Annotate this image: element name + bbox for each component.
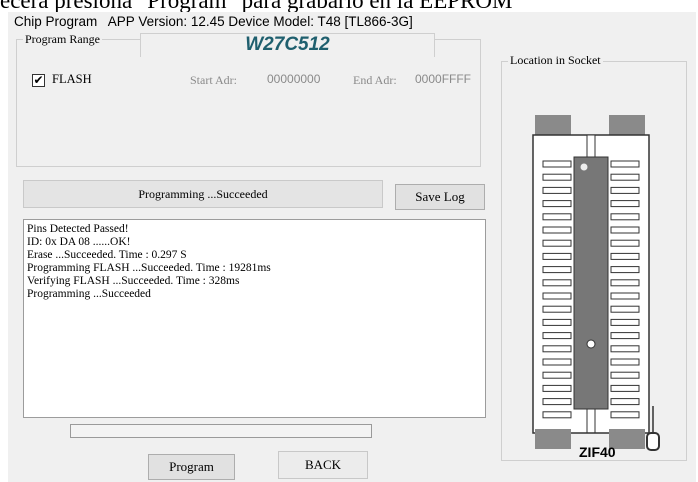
- title-bar: Chip Program APP Version: 12.45 Device M…: [14, 14, 413, 29]
- socket-pin-slot-right: [610, 279, 640, 287]
- end-address-value: 0000FFFF: [415, 72, 472, 86]
- socket-pin-slot-left: [542, 200, 572, 208]
- progress-bar: [70, 424, 372, 438]
- start-address-value: 00000000: [267, 72, 321, 86]
- socket-pin-slot-left: [542, 332, 572, 340]
- socket-center-hole: [586, 339, 596, 349]
- socket-pin-slot-right: [610, 186, 640, 194]
- socket-pin-slot-right: [610, 358, 640, 366]
- socket-pin-slot-left: [542, 160, 572, 168]
- socket-pin-slot-left: [542, 213, 572, 221]
- socket-pin-slot-left: [542, 384, 572, 392]
- program-button[interactable]: Program: [148, 454, 235, 480]
- socket-pin-slot-right: [610, 292, 640, 300]
- socket-pin-slot-left: [542, 173, 572, 181]
- socket-pin-slot-right: [610, 332, 640, 340]
- log-line: Erase ...Succeeded. Time : 0.297 S: [27, 249, 187, 261]
- back-button[interactable]: BACK: [278, 451, 368, 479]
- socket-pin-slot-left: [542, 305, 572, 313]
- socket-pin-slot-left: [542, 411, 572, 419]
- socket-pin-slot-right: [610, 345, 640, 353]
- log-line: Verifying FLASH ...Succeeded. Time : 328…: [27, 275, 240, 287]
- socket-pin-slot-left: [542, 358, 572, 366]
- socket-pin-slot-right: [610, 371, 640, 379]
- socket-pin-slot-right: [610, 266, 640, 274]
- socket-pin-slot-right: [610, 173, 640, 181]
- socket-pin-slot-right: [610, 384, 640, 392]
- socket-top-notch: [586, 134, 596, 158]
- zif-socket-diagram: [532, 115, 660, 451]
- socket-pin-slot-right: [610, 226, 640, 234]
- socket-pin-slot-right: [610, 305, 640, 313]
- log-output[interactable]: Pins Detected Passed! ID: 0x DA 08 ......…: [23, 219, 486, 418]
- socket-pin-slot-left: [542, 279, 572, 287]
- socket-pin-slot-left: [542, 239, 572, 247]
- socket-pin-slot-left: [542, 252, 572, 260]
- socket-pin-slot-right: [610, 160, 640, 168]
- device-model: Device Model: T48 [TL866-3G]: [228, 14, 413, 29]
- program-range-group: Program Range: [16, 32, 481, 167]
- chip-pin1-marker: [580, 163, 588, 171]
- end-address-label: End Adr:: [353, 73, 397, 87]
- log-line: Pins Detected Passed!: [27, 223, 129, 235]
- chip-name-display: W27C512: [140, 33, 435, 57]
- socket-pin-slot-left: [542, 292, 572, 300]
- socket-top-clamp-right: [609, 115, 645, 137]
- socket-lever-handle: [646, 432, 660, 451]
- log-line: Programming ...Succeeded: [27, 288, 151, 300]
- log-line: Programming FLASH ...Succeeded. Time : 1…: [27, 262, 271, 274]
- socket-bottom-clamp-left: [535, 429, 571, 449]
- socket-pin-slot-left: [542, 398, 572, 406]
- socket-top-clamp-left: [535, 115, 571, 137]
- flash-checkbox[interactable]: ✔: [32, 74, 45, 87]
- start-address-label: Start Adr:: [190, 73, 237, 87]
- socket-pin-slot-right: [610, 213, 640, 221]
- zif-label: ZIF40: [579, 444, 616, 460]
- socket-pin-slot-right: [610, 239, 640, 247]
- socket-pin-slot-right: [610, 318, 640, 326]
- app-version: APP Version: 12.45: [107, 14, 225, 29]
- socket-pin-slot-right: [610, 200, 640, 208]
- log-line: ID: 0x DA 08 ......OK!: [27, 236, 131, 248]
- program-range-legend: Program Range: [23, 32, 102, 47]
- socket-pin-slot-left: [542, 318, 572, 326]
- socket-pin-slot-left: [542, 371, 572, 379]
- flash-label: FLASH: [52, 72, 92, 86]
- socket-pin-slot-right: [610, 398, 640, 406]
- socket-pin-slot-left: [542, 266, 572, 274]
- socket-pin-slot-left: [542, 226, 572, 234]
- chip-body: [573, 156, 609, 410]
- socket-pin-slot-right: [610, 411, 640, 419]
- socket-pin-slot-left: [542, 345, 572, 353]
- socket-pin-slot-left: [542, 186, 572, 194]
- socket-pin-slot-right: [610, 252, 640, 260]
- window-title: Chip Program: [14, 14, 98, 29]
- status-bar: Programming ...Succeeded: [23, 180, 383, 208]
- save-log-button[interactable]: Save Log: [395, 184, 485, 210]
